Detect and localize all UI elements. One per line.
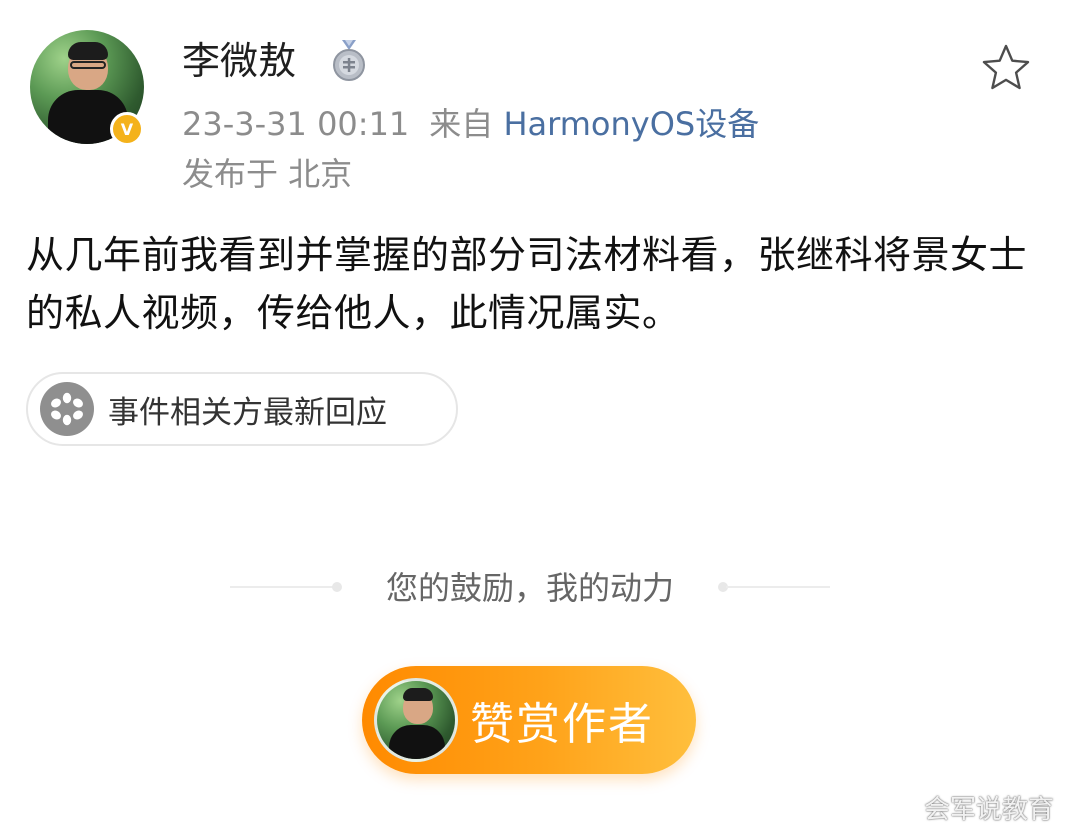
post-meta: 23-3-31 00:11 来自 HarmonyOS设备 (182, 102, 759, 146)
encouragement-text: 您的鼓励，我的动力 (385, 569, 674, 607)
reward-avatar-body (389, 725, 445, 759)
source-device-link[interactable]: HarmonyOS设备 (503, 105, 759, 143)
avatar-glasses (70, 61, 106, 69)
star-outline-icon[interactable] (980, 42, 1032, 94)
post-location: 发布于 北京 (182, 155, 353, 193)
divider-line-right (726, 586, 830, 588)
author-name[interactable]: 李微敖 (182, 36, 296, 86)
post-content: 从几年前我看到并掌握的部分司法材料看，张继科将景女士的私人视频，传给他人，此情况… (26, 233, 1028, 335)
avatar-hair (68, 42, 108, 60)
post-timestamp: 23-3-31 00:11 (182, 105, 410, 143)
encouragement-divider: 您的鼓励，我的动力 (230, 562, 830, 612)
reward-author-avatar (374, 678, 458, 762)
topic-chip[interactable]: 事件相关方最新回应 (26, 372, 458, 446)
reward-avatar-hair (403, 688, 433, 701)
asterisk-flower-icon (40, 382, 94, 436)
medal-icon[interactable] (330, 40, 368, 82)
reward-author-button[interactable]: 赞赏作者 (362, 666, 696, 774)
reward-button-label: 赞赏作者 (470, 699, 654, 750)
watermark: 会军说教育 (923, 795, 1054, 825)
topic-chip-label: 事件相关方最新回应 (108, 394, 387, 431)
verified-badge-icon: V (110, 112, 144, 146)
source-label: 来自 (429, 105, 494, 143)
